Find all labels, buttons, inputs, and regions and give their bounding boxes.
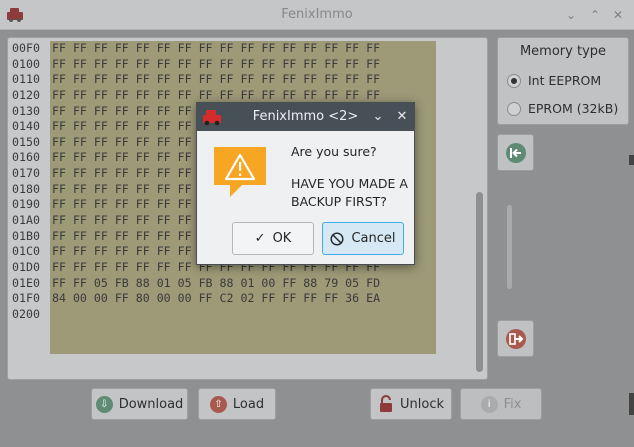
dialog-message: HAVE YOU MADE A BACKUP FIRST? (291, 176, 408, 209)
hex-address: 0200 (12, 306, 40, 321)
radio-int-eeprom[interactable]: Int EEPROM (507, 73, 601, 88)
hex-address: 0140 (12, 119, 40, 134)
radio-label: Int EEPROM (528, 73, 602, 88)
hex-address: 0170 (12, 166, 40, 181)
hex-row: 01E0 FF FF 05 FB 88 01 05 FB 88 01 00 FF … (8, 276, 380, 292)
export-button[interactable] (497, 320, 534, 357)
hex-address: 01F0 (12, 291, 40, 306)
import-arrow-icon (505, 142, 526, 163)
download-button[interactable]: ⇩ Download (91, 388, 188, 420)
radio-indicator-selected[interactable] (507, 73, 521, 88)
maximize-chevron-icon[interactable]: ⌃ (587, 7, 603, 23)
hex-address: 0100 (12, 56, 40, 71)
hex-bytes: FF FF FF FF FF FF FF FF FF FF FF FF FF F… (52, 72, 381, 87)
edge-strip (629, 393, 634, 415)
minimize-chevron-icon[interactable]: ⌄ (563, 7, 579, 23)
window-title: FenixImmo (281, 7, 353, 22)
memory-type-group: Memory type Int EEPROM EPROM (32kB) (497, 37, 629, 125)
hex-address: 01C0 (12, 244, 40, 259)
fix-label: Fix (503, 396, 522, 412)
download-icon: ⇩ (95, 395, 113, 413)
import-button[interactable] (497, 134, 534, 171)
hex-bytes: FF FF 05 FB 88 01 05 FB 88 01 00 FF 88 7… (52, 275, 381, 290)
hex-address: 0190 (12, 197, 40, 212)
hex-address: 0130 (12, 103, 40, 118)
hex-address: 0160 (12, 150, 40, 165)
hex-address: 0110 (12, 72, 40, 87)
fix-button[interactable]: i Fix (460, 388, 542, 420)
hex-address: 01A0 (12, 213, 40, 228)
cancel-button[interactable]: Cancel (322, 222, 404, 255)
hex-row: 0200 (8, 307, 380, 323)
ok-label: OK (272, 231, 292, 246)
radio-label: EPROM (32kB) (528, 101, 619, 116)
cancel-label: Cancel (351, 231, 396, 246)
unlock-button[interactable]: Unlock (370, 388, 452, 420)
fix-icon: i (480, 395, 498, 413)
hex-row: 0110 FF FF FF FF FF FF FF FF FF FF FF FF … (8, 72, 380, 88)
hex-bytes: FF FF FF FF FF FF FF FF FF FF FF FF FF F… (52, 41, 381, 55)
hex-address: 00F0 (12, 41, 40, 55)
chevron-down-icon[interactable]: ⌄ (370, 109, 386, 125)
edge-strip (629, 155, 634, 165)
hex-bytes: FF FF FF FF FF FF FF FF FF FF FF FF FF F… (52, 56, 381, 71)
radio-indicator[interactable] (507, 101, 521, 116)
load-label: Load (232, 396, 265, 412)
hex-address: 01D0 (12, 259, 40, 274)
close-window-icon[interactable]: ✕ (610, 7, 626, 23)
export-arrow-icon (505, 328, 526, 349)
hex-address: 01B0 (12, 228, 40, 243)
load-icon: ⇧ (209, 395, 227, 413)
radio-eprom-32kb[interactable]: EPROM (32kB) (507, 101, 618, 116)
hex-row: 00F0 FF FF FF FF FF FF FF FF FF FF FF FF … (8, 41, 380, 57)
hex-address: 0150 (12, 134, 40, 149)
close-icon[interactable]: ✕ (394, 109, 410, 125)
hex-address: 0180 (12, 181, 40, 196)
hex-address: 01E0 (12, 275, 40, 290)
check-icon: ✓ (254, 231, 266, 246)
cancel-icon (330, 231, 344, 246)
memory-type-title: Memory type (519, 44, 607, 59)
ok-button[interactable]: ✓ OK (232, 222, 314, 255)
hex-row: 0100 FF FF FF FF FF FF FF FF FF FF FF FF … (8, 57, 380, 73)
unlock-icon (380, 395, 392, 412)
hex-address: 0120 (12, 87, 40, 102)
dialog-titlebar: FenixImmo <2> ⌄ ✕ (197, 103, 414, 131)
side-slider[interactable] (507, 205, 512, 289)
load-button[interactable]: ⇧ Load (198, 388, 276, 420)
dialog-question: Are you sure? (291, 144, 377, 159)
main-titlebar: FenixImmo ⌄ ⌃ ✕ (0, 0, 634, 30)
hex-row: 01F0 84 00 00 FF 80 00 00 FF C2 02 FF FF … (8, 291, 380, 307)
hex-scrollbar[interactable] (476, 192, 483, 372)
download-label: Download (118, 396, 184, 412)
confirm-dialog: FenixImmo <2> ⌄ ✕ Are you sure? HAVE YOU… (196, 102, 415, 265)
unlock-label: Unlock (400, 396, 444, 412)
warning-icon (214, 147, 266, 197)
hex-bytes: 84 00 00 FF 80 00 00 FF C2 02 FF FF FF F… (52, 291, 381, 306)
